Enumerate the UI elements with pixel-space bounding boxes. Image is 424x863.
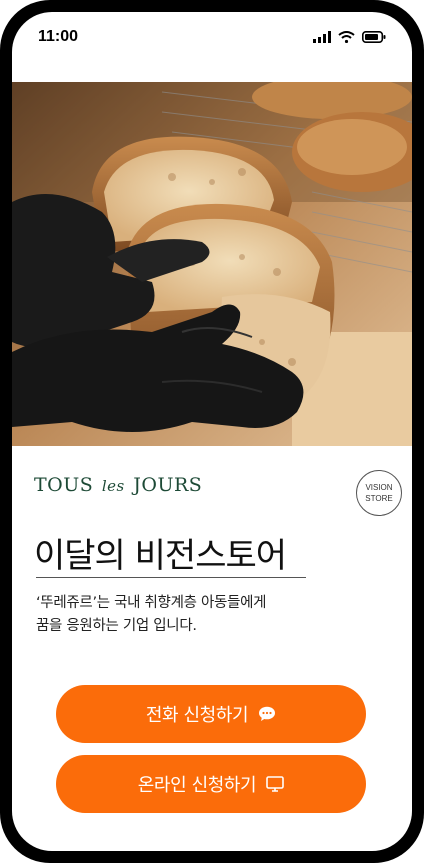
description-line2: 꿈을 응원하는 기업 입니다. [36, 618, 197, 634]
brand-logo: TOUS les JOURS [34, 474, 202, 496]
description: ‘뚜레쥬르’는 국내 취향계층 아동들에게 꿈을 응원하는 기업 입니다. [36, 592, 336, 638]
chat-bubble-icon [259, 706, 276, 721]
phone-apply-button[interactable]: 전화 신청하기 [56, 685, 366, 743]
vision-store-badge: VISION STORE [356, 470, 402, 516]
badge-line2: STORE [365, 494, 393, 503]
online-apply-button[interactable]: 온라인 신청하기 [56, 755, 366, 813]
brand-logo-part3: JOURS [133, 474, 203, 496]
status-icons [313, 31, 386, 43]
brand-logo-part1: TOUS [34, 474, 94, 496]
signal-icon [313, 31, 331, 43]
title-divider [36, 577, 306, 578]
page-title: 이달의 비전스토어 [34, 536, 287, 576]
online-apply-label: 온라인 신청하기 [137, 775, 257, 796]
status-bar: 11:00 [12, 12, 412, 82]
brand-logo-part2: les [101, 477, 125, 495]
screen: 11:00 TOUS les JOURS VISION STORE 이달의 비전… [12, 12, 412, 851]
hero-image [12, 82, 412, 446]
brand-row: TOUS les JOURS VISION STORE [34, 470, 402, 520]
phone-apply-label: 전화 신청하기 [145, 705, 249, 726]
battery-icon [362, 31, 386, 43]
badge-line1: VISION [365, 483, 393, 492]
monitor-icon [266, 776, 285, 792]
phone-frame: 11:00 TOUS les JOURS VISION STORE 이달의 비전… [0, 0, 424, 863]
description-line1: ‘뚜레쥬르’는 국내 취향계층 아동들에게 [36, 595, 267, 611]
status-time: 11:00 [38, 28, 79, 45]
wifi-icon [338, 31, 355, 43]
